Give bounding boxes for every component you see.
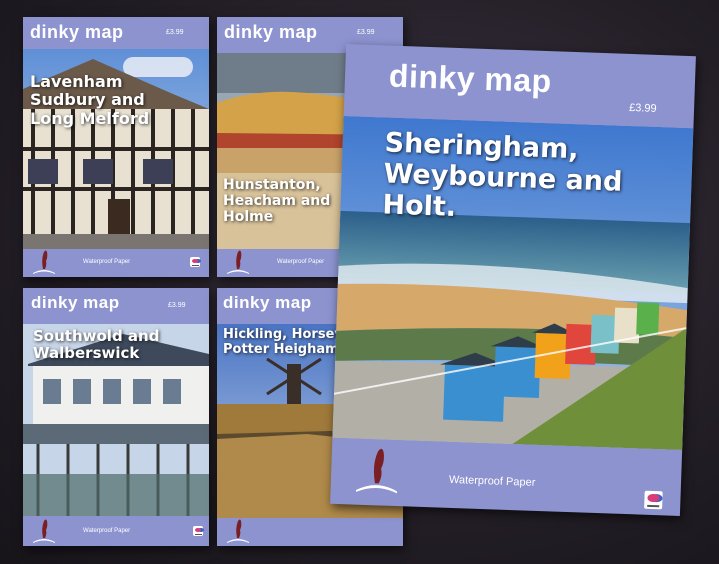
bird-book-logo (33, 250, 55, 274)
publisher-badge (193, 526, 203, 536)
brand-name: dinky map (224, 22, 318, 42)
brand-name: dinky map (30, 22, 124, 42)
brand-name: dinky map (223, 293, 312, 312)
price-label: £3.99 (166, 29, 184, 36)
footer-text: Waterproof Paper (277, 259, 325, 265)
publisher-badge (644, 490, 663, 510)
cover-title: Southwold and Walberswick (33, 327, 160, 363)
cover-title: Sheringham, Weybourne and Holt. (381, 127, 623, 224)
map-cover-lavenham[interactable]: dinky map £3.99 Lavenham Sudbury and Lon… (23, 17, 209, 277)
cover-title: Lavenham Sudbury and Long Melford (30, 72, 150, 128)
footer-text: Waterproof Paper (83, 528, 131, 534)
price-label: £3.99 (357, 29, 375, 36)
bird-book-logo (227, 519, 249, 543)
bird-book-logo (227, 250, 249, 274)
bird-book-logo (33, 519, 55, 543)
brand-name: dinky map (388, 57, 553, 100)
map-cover-sheringham[interactable]: dinky map £3.99 Sheringham, Weybourne an… (330, 44, 696, 516)
price-label: £3.99 (168, 302, 186, 309)
brand-name: dinky map (31, 293, 120, 312)
footer-text: Waterproof Paper (448, 473, 536, 489)
bird-book-logo (355, 448, 398, 494)
footer-text: Waterproof Paper (83, 259, 131, 265)
price-label: £3.99 (628, 101, 657, 115)
map-cover-southwold[interactable]: dinky map £3.99 Southwold and Walberswic… (23, 288, 209, 546)
publisher-badge (190, 257, 200, 267)
